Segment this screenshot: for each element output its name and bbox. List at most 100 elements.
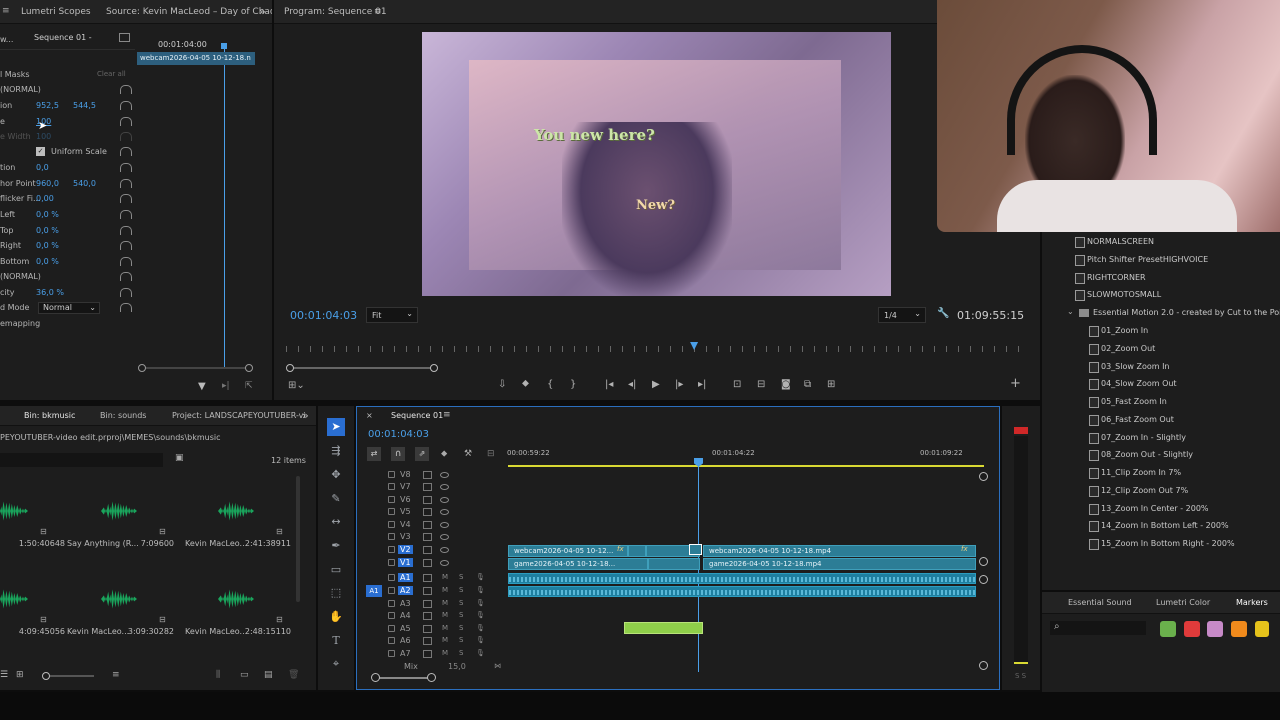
- audio-item[interactable]: ⊟ Kevin MacLeo... 2:48:15110: [181, 587, 291, 667]
- crop-right-value[interactable]: 0,0 %: [36, 241, 59, 250]
- solo-button[interactable]: S: [459, 624, 463, 632]
- more-tabs-icon[interactable]: »: [259, 5, 266, 18]
- anchor-x-value[interactable]: 960,0: [36, 179, 59, 188]
- clip-game-right[interactable]: game2026-04-05 10-12-18.mp4: [703, 558, 976, 570]
- preset-item[interactable]: 05_Fast Zoom In: [1089, 397, 1167, 408]
- preset-item[interactable]: 14_Zoom In Bottom Left - 200%: [1089, 521, 1229, 532]
- tab-bin-bkmusic[interactable]: Bin: bkmusic: [24, 411, 75, 420]
- program-ruler[interactable]: [286, 346, 1028, 352]
- position-y-value[interactable]: 544,5: [73, 101, 96, 110]
- preset-item[interactable]: 15_Zoom In Bottom Right - 200%: [1089, 539, 1235, 550]
- compare-icon[interactable]: ⧉: [804, 379, 811, 390]
- h-scroll-right-handle[interactable]: [427, 673, 436, 682]
- work-area-bar[interactable]: [508, 465, 984, 467]
- marker-color-orange[interactable]: [1231, 621, 1247, 637]
- video-frame[interactable]: You new here? New?: [422, 32, 891, 296]
- crop-left-value[interactable]: 0,0 %: [36, 210, 59, 219]
- preset-item[interactable]: 06_Fast Zoom Out: [1089, 415, 1174, 426]
- reset-icon[interactable]: [120, 257, 132, 266]
- add-button-icon[interactable]: +: [1010, 376, 1021, 391]
- preset-item[interactable]: 08_Zoom Out - Slightly: [1088, 450, 1193, 461]
- sync-lock-icon[interactable]: [423, 521, 432, 529]
- sequence-dropdown[interactable]: Sequence 01 -: [34, 33, 92, 42]
- fit-dropdown[interactable]: Fit ⌄: [366, 307, 418, 323]
- sync-lock-icon[interactable]: [423, 650, 432, 658]
- play-only-icon[interactable]: ▸|: [222, 381, 230, 391]
- lock-icon[interactable]: [388, 533, 395, 540]
- sync-lock-icon[interactable]: [423, 471, 432, 479]
- track-header-v1[interactable]: V1: [360, 558, 508, 570]
- scroll-handle-right[interactable]: [245, 364, 253, 372]
- sync-lock-icon[interactable]: [423, 637, 432, 645]
- snap-tool-icon[interactable]: ⇄: [367, 447, 381, 461]
- solo-button[interactable]: S: [459, 573, 463, 581]
- lock-icon[interactable]: [388, 612, 395, 619]
- eye-icon[interactable]: [440, 522, 449, 528]
- insert-icon[interactable]: ⊡: [733, 379, 741, 390]
- reset-icon[interactable]: [120, 194, 132, 203]
- preset-item[interactable]: 04_Slow Zoom Out: [1089, 379, 1177, 390]
- multicam-icon[interactable]: ⊞: [827, 379, 835, 390]
- step-back-icon[interactable]: ◂|: [628, 379, 636, 390]
- effect-item[interactable]: Pitch Shifter PresetHIGHVOICE: [1074, 255, 1208, 266]
- bin-scrollbar[interactable]: [296, 476, 300, 602]
- settings-layout-icon[interactable]: ⊞⌄: [288, 380, 305, 391]
- new-folder-icon[interactable]: ▭: [240, 670, 249, 680]
- mic-icon[interactable]: 🎙: [476, 586, 485, 594]
- solo-button[interactable]: S: [459, 586, 463, 594]
- sync-lock-icon[interactable]: [423, 533, 432, 541]
- tab-markers[interactable]: Markers: [1236, 598, 1268, 607]
- audio-item[interactable]: ⊟ 4:09:45056: [0, 587, 65, 667]
- mute-button[interactable]: M: [442, 624, 448, 632]
- razor-tool-icon[interactable]: ✎: [327, 490, 345, 508]
- tab-bin-sounds[interactable]: Bin: sounds: [100, 411, 146, 420]
- clip-webcam-right[interactable]: webcam2026-04-05 10-12-18.mp4: [703, 545, 976, 557]
- track-header-a7[interactable]: A7 M S 🎙: [360, 649, 508, 661]
- marker-color-yellow[interactable]: [1255, 621, 1269, 637]
- filter-icon[interactable]: ▼: [198, 381, 206, 392]
- sync-lock-icon[interactable]: [423, 496, 432, 504]
- panel-menu-icon[interactable]: ≡: [2, 6, 10, 16]
- sync-lock-icon[interactable]: [423, 546, 432, 554]
- close-icon[interactable]: ×: [366, 411, 373, 420]
- mic-icon[interactable]: 🎙: [476, 636, 485, 644]
- track-header-v2[interactable]: V2: [360, 545, 508, 557]
- sync-lock-icon[interactable]: [423, 625, 432, 633]
- more-tabs-icon[interactable]: »: [302, 409, 309, 422]
- track-header-a5[interactable]: A5 M S 🎙: [360, 624, 508, 636]
- lift-icon[interactable]: ⇩: [498, 379, 506, 390]
- reset-icon[interactable]: [120, 210, 132, 219]
- lock-icon[interactable]: [388, 471, 395, 478]
- reset-icon[interactable]: [120, 101, 132, 110]
- effect-item[interactable]: SLOWMOTOSMALL: [1074, 290, 1161, 301]
- v-scroll-audio-handle[interactable]: [979, 575, 988, 584]
- selection-tool-icon[interactable]: ➤: [327, 418, 345, 436]
- clip-webcam-left[interactable]: webcam2026-04-05 10-12...: [508, 545, 628, 557]
- magnet-icon[interactable]: ∩: [391, 447, 405, 461]
- mix-value[interactable]: 15,0: [448, 662, 466, 671]
- preset-item[interactable]: 02_Zoom Out: [1088, 344, 1155, 355]
- panel-menu-icon[interactable]: ≡: [443, 410, 451, 420]
- h-scrollbar[interactable]: [375, 677, 432, 679]
- crop-bottom-value[interactable]: 0,0 %: [36, 257, 59, 266]
- effect-item[interactable]: RIGHTCORNER: [1075, 273, 1146, 284]
- clip-webcam-mid[interactable]: [628, 545, 646, 557]
- reset-icon[interactable]: [120, 147, 132, 156]
- track-header-a6[interactable]: A6 M S 🎙: [360, 636, 508, 648]
- preset-item[interactable]: 12_Clip Zoom Out 7%: [1088, 486, 1188, 497]
- eye-icon[interactable]: [440, 560, 449, 566]
- v-scroll-top-handle[interactable]: [979, 472, 988, 481]
- chevron-down-icon[interactable]: ⌄: [1067, 307, 1074, 316]
- effect-item[interactable]: NORMALSCREEN: [1075, 237, 1154, 248]
- marker-color-green[interactable]: [1160, 621, 1176, 637]
- opacity-value[interactable]: 36,0 %: [36, 288, 64, 297]
- tab-project[interactable]: Project: LANDSCAPEYOUTUBER-vi: [172, 411, 306, 420]
- panel-menu-icon[interactable]: ≡: [374, 7, 382, 17]
- add-marker-icon[interactable]: ⬥: [522, 378, 529, 389]
- panel-toggle-icon[interactable]: [119, 33, 130, 42]
- mute-button[interactable]: M: [442, 573, 448, 581]
- thumb-size-slider[interactable]: [44, 675, 94, 677]
- lock-icon[interactable]: [388, 625, 395, 632]
- mic-icon[interactable]: 🎙: [476, 599, 485, 607]
- solo-button[interactable]: S: [459, 636, 463, 644]
